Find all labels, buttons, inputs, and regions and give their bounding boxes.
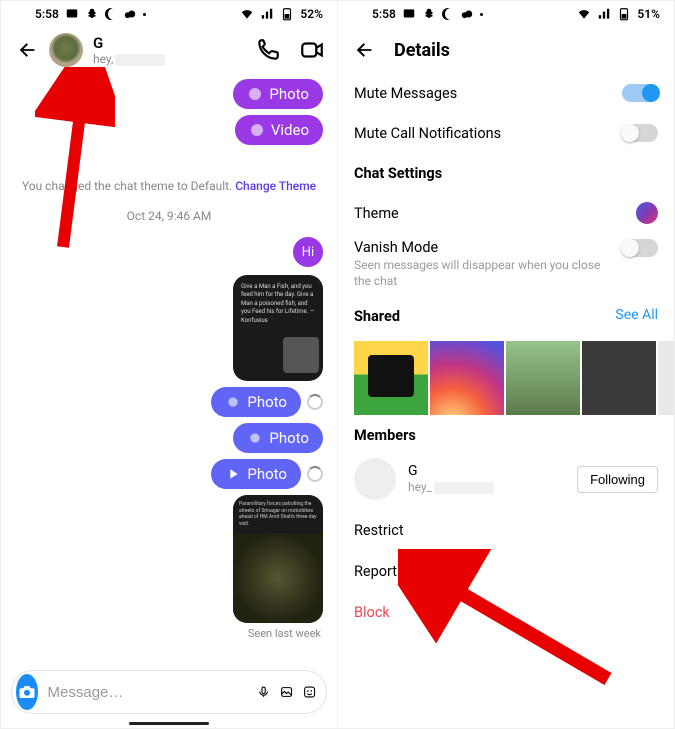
video-call-icon[interactable] — [299, 37, 325, 63]
wifi-icon — [240, 7, 254, 21]
battery-icon — [617, 7, 631, 21]
hi-bubble[interactable]: Hi — [293, 237, 323, 267]
snap-icon — [85, 7, 99, 21]
member-avatar — [354, 458, 396, 500]
back-icon[interactable] — [354, 39, 376, 61]
sticker-icon[interactable] — [303, 681, 316, 703]
member-username: hey_ — [408, 480, 565, 496]
shared-thumb[interactable] — [430, 341, 504, 415]
image-message-1[interactable]: Give a Man a Fish, and you feed him for … — [233, 275, 323, 381]
chat-settings-header: Chat Settings — [354, 153, 658, 193]
mute-messages-toggle[interactable] — [622, 84, 658, 102]
quote-portrait — [283, 337, 319, 373]
msg-icon — [402, 7, 416, 21]
video-icon — [249, 122, 265, 138]
shared-thumb[interactable] — [506, 341, 580, 415]
vanish-sub: Seen messages will disappear when you cl… — [354, 258, 612, 289]
photo-pill-3[interactable]: Photo — [233, 423, 323, 453]
shared-thumb[interactable] — [582, 341, 656, 415]
home-indicator[interactable] — [129, 722, 209, 725]
mute-calls-toggle[interactable] — [622, 124, 658, 142]
dot-icon — [480, 13, 483, 16]
shared-thumb[interactable] — [354, 341, 428, 415]
photo-pill-2[interactable]: Photo — [211, 387, 301, 417]
composer — [11, 670, 327, 714]
quote-text: Give a Man a Fish, and you feed him for … — [233, 275, 323, 333]
shared-thumb[interactable] — [658, 341, 674, 415]
photo-pill-4[interactable]: Photo — [211, 459, 301, 489]
sparkle-icon — [225, 394, 241, 410]
snap-icon — [422, 7, 436, 21]
member-name: G — [408, 462, 565, 480]
seen-text: Seen last week — [15, 627, 323, 640]
following-button[interactable]: Following — [577, 466, 658, 493]
change-theme-link[interactable]: Change Theme — [235, 179, 316, 193]
status-bar: 5:58 52% — [1, 1, 337, 27]
chat-user[interactable]: G hey, — [93, 34, 237, 66]
vanish-toggle[interactable] — [622, 239, 658, 257]
shared-strip[interactable] — [338, 341, 674, 415]
dnd-icon — [442, 8, 454, 20]
theme-row[interactable]: Theme — [354, 193, 658, 233]
shared-header-row: Shared See All — [354, 295, 658, 335]
details-header: Details — [338, 27, 674, 73]
member-row[interactable]: G hey_ Following — [354, 448, 658, 510]
status-time: 5:58 — [35, 7, 59, 21]
members-header: Members — [354, 427, 658, 444]
photo-icon — [247, 86, 263, 102]
msg-icon — [65, 7, 79, 21]
wifi-icon — [577, 7, 591, 21]
sparkle-icon — [247, 430, 263, 446]
photo-pill[interactable]: Photo — [233, 79, 323, 109]
details-pane: 5:58 51% Details Mute Messages Mute Call… — [337, 1, 674, 728]
camera-icon — [18, 683, 36, 701]
annotation-arrow-2 — [398, 549, 618, 699]
dot-icon — [143, 13, 146, 16]
loading-icon — [307, 466, 323, 482]
mute-calls-row[interactable]: Mute Call Notifications — [354, 113, 658, 153]
chat-user-name: G — [93, 34, 237, 52]
image-message-2[interactable]: Paramilitary forces patrolling the stree… — [233, 495, 323, 623]
chat-avatar[interactable] — [49, 33, 83, 67]
status-time: 5:58 — [372, 7, 396, 21]
chat-user-sub: hey, — [93, 52, 237, 66]
video-pill[interactable]: Video — [235, 115, 323, 145]
see-all-link[interactable]: See All — [615, 307, 658, 323]
vanish-mode-row[interactable]: Vanish Mode Seen messages will disappear… — [354, 233, 658, 295]
dnd-icon — [105, 8, 117, 20]
chat-pane: 5:58 52% G hey, Photo Video You changed … — [1, 1, 337, 728]
status-battery: 51% — [637, 7, 660, 21]
loading-icon — [307, 394, 323, 410]
call-icon[interactable] — [255, 37, 281, 63]
details-title: Details — [394, 40, 450, 61]
signal-icon — [597, 7, 611, 21]
cloud-icon — [460, 7, 474, 21]
camera-button[interactable] — [16, 674, 38, 710]
theme-dot-icon — [636, 202, 658, 224]
gallery-icon[interactable] — [280, 681, 293, 703]
annotation-arrow-1 — [35, 67, 115, 257]
status-bar: 5:58 51% — [338, 1, 674, 27]
status-battery: 52% — [300, 7, 323, 21]
play-icon — [225, 466, 241, 482]
restrict-button[interactable]: Restrict — [354, 510, 658, 551]
mic-icon[interactable] — [257, 681, 270, 703]
signal-icon — [260, 7, 274, 21]
back-icon[interactable] — [17, 39, 39, 61]
battery-icon — [280, 7, 294, 21]
message-input[interactable] — [48, 684, 247, 701]
cloud-icon — [123, 7, 137, 21]
mute-messages-row[interactable]: Mute Messages — [354, 73, 658, 113]
